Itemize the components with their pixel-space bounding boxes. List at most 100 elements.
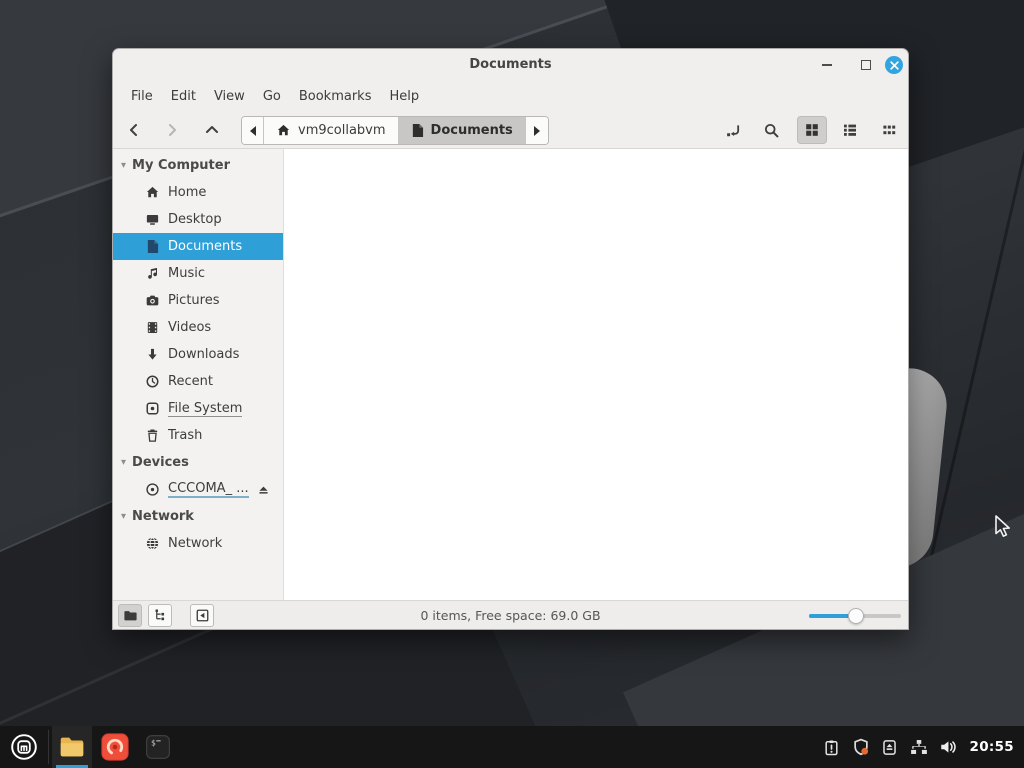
list-view-icon [844,124,856,136]
breadcrumb-home-button[interactable]: vm9collabvm [264,117,399,144]
item-label: Videos [168,320,212,335]
menu-bookmarks[interactable]: Bookmarks [290,85,381,108]
clock-icon [144,374,160,390]
back-button[interactable] [120,116,148,144]
volume-tray-icon[interactable] [939,738,957,756]
web-browser-launcher[interactable] [95,726,135,768]
item-label: Network [168,536,223,551]
compact-view-button[interactable] [875,116,903,144]
collapse-arrow-icon: ▾ [121,511,127,522]
toggle-location-entry-button[interactable] [719,116,747,144]
item-label: Desktop [168,212,222,227]
trash-icon [144,428,160,444]
drive-icon [144,401,160,417]
search-button[interactable] [757,116,785,144]
item-label: Documents [168,239,243,254]
sidebar-section-my-computer[interactable]: ▾ My Computer [113,152,283,179]
terminal-icon: $ [146,735,170,759]
toolbar: vm9collabvm Documents [113,111,908,149]
update-shield-tray-icon[interactable] [852,738,870,756]
film-icon [144,320,160,336]
item-label: Trash [168,428,203,443]
camera-icon [144,293,160,309]
file-manager-window: Documents File Edit View Go Bookmarks He… [112,48,909,630]
report-tray-icon[interactable] [823,738,841,756]
sidebar-item-desktop[interactable]: Desktop [113,206,283,233]
sidebar-item-cccoma[interactable]: CCCOMA_ ... [113,476,283,503]
sidebar-item-recent[interactable]: Recent [113,368,283,395]
menubar: File Edit View Go Bookmarks Help [113,81,908,111]
desktop-icon [144,212,160,228]
sidebar-section-devices[interactable]: ▾ Devices [113,449,283,476]
forward-button[interactable] [158,116,186,144]
window-title: Documents [469,57,552,72]
menu-edit[interactable]: Edit [162,85,205,108]
breadcrumb-scroll-right-button[interactable] [525,117,548,144]
clock[interactable]: 20:55 [968,739,1014,755]
collapse-arrow-icon: ▾ [121,457,127,468]
item-label: Pictures [168,293,220,308]
folder-contents-pane[interactable] [284,149,908,600]
menu-help[interactable]: Help [380,85,428,108]
sidebar-section-network[interactable]: ▾ Network [113,503,283,530]
terminal-launcher[interactable]: $ [138,726,178,768]
sidebar-item-network[interactable]: Network [113,530,283,557]
toggle-location-entry-icon [726,124,739,136]
search-icon [764,123,778,137]
document-icon [412,124,423,137]
sidebar-item-trash[interactable]: Trash [113,422,283,449]
breadcrumb: vm9collabvm Documents [241,116,549,145]
breadcrumb-scroll-left-button[interactable] [242,117,264,144]
sidebar-item-documents[interactable]: Documents [113,233,283,260]
maximize-button[interactable] [857,56,875,74]
list-view-button[interactable] [836,116,864,144]
zoom-slider[interactable] [809,604,901,627]
home-icon [144,185,160,201]
desktop: Documents File Edit View Go Bookmarks He… [0,0,1024,768]
taskbar-divider [48,730,49,764]
item-label: File System [168,400,243,417]
item-label: Recent [168,374,213,389]
menu-file[interactable]: File [122,85,162,108]
section-label: Network [132,509,194,524]
file-manager-launcher[interactable] [52,726,92,768]
breadcrumb-current-button[interactable]: Documents [398,117,526,144]
titlebar[interactable]: Documents [113,49,908,81]
network-tray-icon[interactable] [910,738,928,756]
minimize-icon [822,64,832,66]
sidebar-item-downloads[interactable]: Downloads [113,341,283,368]
close-button[interactable] [885,56,903,74]
mint-menu-button[interactable] [0,726,48,768]
home-icon [277,124,290,136]
linux-mint-logo-icon [11,734,37,760]
mouse-cursor [993,515,1015,541]
compact-view-icon [883,125,896,135]
removable-media-tray-icon[interactable] [881,738,899,756]
music-note-icon [144,266,160,282]
system-tray: 20:55 [823,738,1024,756]
eject-button[interactable] [257,483,270,496]
maximize-icon [861,60,871,70]
menu-view[interactable]: View [205,85,254,108]
breadcrumb-home-label: vm9collabvm [298,123,386,138]
optical-disc-icon [144,482,160,498]
grid-view-icon [806,124,818,136]
grid-view-button[interactable] [797,116,827,144]
status-text: 0 items, Free space: 69.0 GB [420,607,601,623]
up-button[interactable] [198,116,226,144]
statusbar: 0 items, Free space: 69.0 GB [113,600,908,629]
places-sidebar: ▾ My Computer Home Desktop Documents Mus… [113,149,284,600]
minimize-button[interactable] [818,56,836,74]
sidebar-item-pictures[interactable]: Pictures [113,287,283,314]
section-label: My Computer [132,158,230,173]
breadcrumb-current-label: Documents [430,123,513,138]
item-label: Home [168,185,207,200]
sidebar-item-file-system[interactable]: File System [113,395,283,422]
download-arrow-icon [144,347,160,363]
zoom-slider-handle[interactable] [847,607,864,624]
sidebar-item-music[interactable]: Music [113,260,283,287]
sidebar-item-videos[interactable]: Videos [113,314,283,341]
sidebar-item-home[interactable]: Home [113,179,283,206]
menu-go[interactable]: Go [254,85,290,108]
folder-icon [60,737,84,757]
